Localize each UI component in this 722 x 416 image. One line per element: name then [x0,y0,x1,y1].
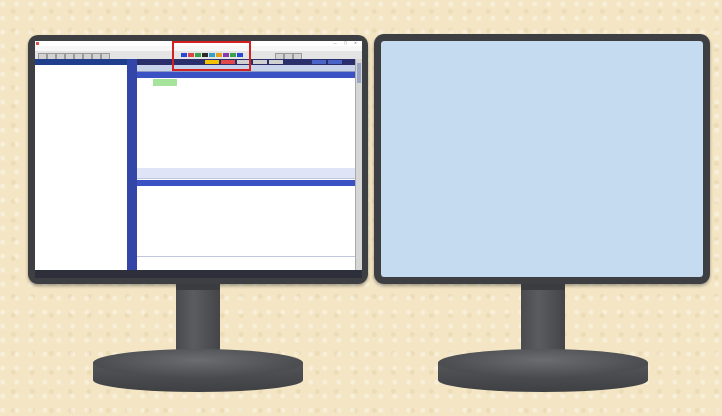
tab[interactable] [312,60,326,64]
left-monitor-screen: — ▢ ✕ [35,41,362,278]
right-monitor-base-top [438,349,648,377]
right-monitor-screen [381,41,703,277]
scrollbar-thumb[interactable] [357,63,361,83]
tab[interactable] [328,60,342,64]
tab[interactable] [269,60,283,64]
left-monitor-neck [176,284,220,354]
vertical-scrollbar[interactable] [355,59,362,270]
selected-cell[interactable] [153,79,177,86]
left-monitor-collar [176,284,220,290]
status-bar [35,270,362,278]
right-monitor-neck [521,284,565,354]
app-icon [36,42,39,45]
left-monitor-base-top [93,349,303,377]
right-monitor-collar [521,284,565,290]
table-row[interactable] [137,246,356,257]
account-tree [35,65,128,270]
main-grid [137,59,356,270]
highlight-rectangle [172,41,251,71]
vertical-tab-bar[interactable] [127,59,137,270]
tab[interactable] [253,60,267,64]
accounting-app-window: — ▢ ✕ [35,41,362,278]
table-row[interactable] [137,168,356,179]
window-controls[interactable]: — ▢ ✕ [333,41,360,45]
